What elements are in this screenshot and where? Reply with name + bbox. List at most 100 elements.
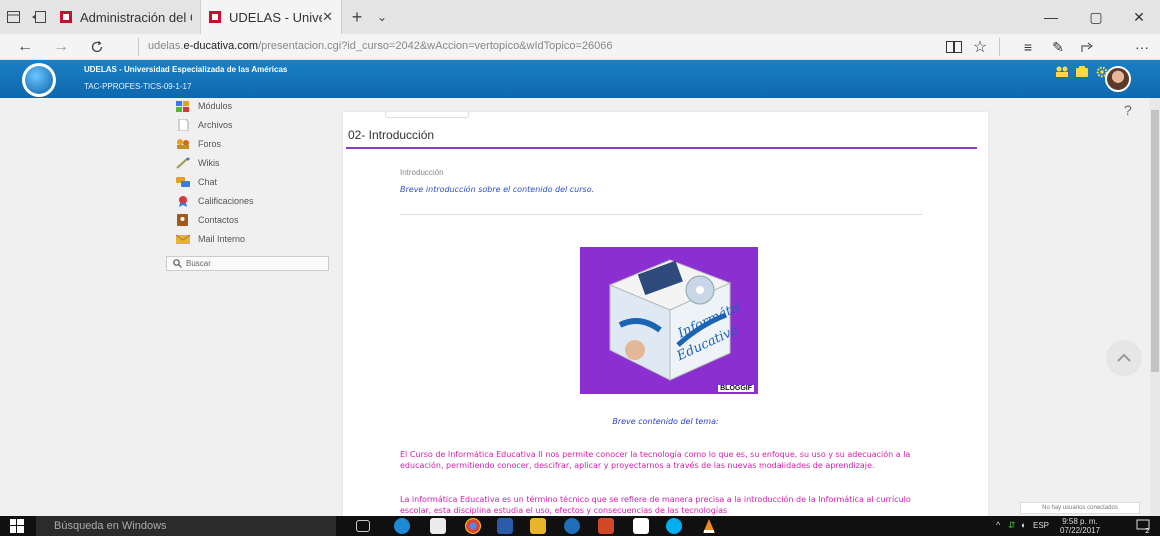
wikis-icon [176, 157, 190, 169]
app-header: UDELAS - Universidad Especializada de la… [0, 60, 1160, 98]
online-status-text: No hay usuarios conectados [1042, 505, 1118, 511]
campus-logo[interactable] [22, 63, 56, 97]
sidebar-item-label: Contactos [198, 215, 239, 225]
more-icon[interactable]: ··· [1128, 34, 1156, 60]
tab-preview-icon[interactable] [0, 0, 26, 34]
url-field[interactable]: udelas.e-ducativa.com/presentacion.cgi?i… [148, 40, 612, 52]
browser-tab-bar: Administración del Campus UDELAS - Unive… [0, 0, 1160, 34]
web-note-icon[interactable]: ✎ [1044, 34, 1072, 60]
tray-chevron-icon[interactable]: ^ [996, 520, 1000, 530]
mail-icon [176, 234, 190, 244]
favorite-star-icon[interactable]: ☆ [966, 34, 994, 60]
content-paragraph-2: La informática Educativa es un término t… [400, 495, 911, 515]
sidebar-item-label: Chat [198, 177, 218, 187]
tab-udelas[interactable]: UDELAS - Universidad E ✕ [200, 0, 342, 34]
contacts-icon [177, 214, 188, 226]
tab-close-icon[interactable]: ✕ [322, 9, 333, 25]
sidebar-item-label: Mail Interno [198, 234, 246, 244]
reading-view-icon[interactable] [940, 34, 968, 60]
content-paragraph-1: El Curso de Informática Educativa II nos… [400, 450, 911, 470]
users-icon[interactable] [1055, 66, 1069, 78]
tabs-aside-icon[interactable] [26, 0, 52, 34]
new-tab-button[interactable]: + [342, 0, 372, 34]
tab-label: UDELAS - Universidad E [229, 9, 322, 25]
url-domain: e-ducativa.com [183, 40, 259, 52]
sidebar-item-label: Foros [198, 139, 222, 149]
volume-icon[interactable]: ◖ [1020, 520, 1025, 530]
share-icon[interactable] [1074, 34, 1102, 60]
sidebar-item-mail-interno[interactable]: Mail Interno [176, 231, 245, 247]
sidebar-item-wikis[interactable]: Wikis [176, 155, 220, 171]
mail-app-icon[interactable] [633, 518, 649, 534]
clock-date: 07/22/2017 [1060, 526, 1101, 535]
sidebar-item-label: Módulos [198, 101, 233, 111]
refresh-icon[interactable] [82, 34, 112, 60]
scrollbar-thumb[interactable] [1151, 110, 1159, 372]
address-separator [138, 38, 139, 56]
cube-illustration: Informática Educativa [608, 259, 740, 381]
windows-start-icon[interactable] [10, 519, 24, 533]
topic-title: 02- Introducción [348, 128, 435, 142]
store-icon[interactable] [430, 518, 446, 534]
file-explorer-icon[interactable] [530, 518, 546, 534]
powerpoint-icon[interactable] [598, 518, 614, 534]
taskbar-search-input[interactable]: Búsqueda en Windows [36, 516, 336, 536]
maximize-button[interactable]: ▢ [1075, 0, 1117, 34]
hub-icon[interactable]: ≡ [1014, 34, 1042, 60]
modules-icon [176, 101, 189, 112]
user-avatar[interactable] [1105, 66, 1131, 92]
forward-arrow-icon[interactable]: → [46, 34, 76, 60]
search-icon [173, 259, 182, 268]
minimize-button[interactable]: — [1030, 0, 1072, 34]
url-path: /presentacion.cgi?id_curso=2042&wAccion=… [258, 40, 613, 52]
notification-count: 2 [1145, 527, 1149, 533]
files-icon [178, 119, 189, 131]
tab-administracion[interactable]: Administración del Campus [52, 0, 200, 34]
word-icon[interactable] [497, 518, 513, 534]
page-content: Módulos Archivos Foros Wikis Chat Califi… [0, 98, 1150, 516]
scroll-to-top-button[interactable] [1106, 340, 1142, 376]
chat-icon [176, 177, 190, 187]
sidebar-item-modulos[interactable]: Módulos [176, 98, 232, 114]
course-cover-image: Informática Educativa BLOGGIF [580, 247, 758, 394]
clock[interactable]: 9:58 p. m. 07/22/2017 [1060, 517, 1100, 535]
internet-explorer-icon[interactable] [564, 518, 580, 534]
topic-card: 02- Introducción Introducción Breve intr… [343, 112, 988, 516]
sidebar-item-contactos[interactable]: Contactos [176, 212, 239, 228]
chrome-icon[interactable] [465, 518, 481, 534]
online-users-status[interactable]: No hay usuarios conectados [1020, 502, 1140, 514]
vlc-icon[interactable] [701, 518, 717, 534]
network-icon[interactable]: ⇵ [1008, 520, 1016, 531]
tab-label: Administración del Campus [80, 9, 192, 25]
forums-icon [177, 139, 189, 149]
edge-icon[interactable] [394, 518, 410, 534]
help-icon[interactable]: ? [1124, 102, 1132, 118]
campus-name: UDELAS - Universidad Especializada de la… [84, 65, 288, 74]
sidebar-item-calificaciones[interactable]: Calificaciones [176, 193, 254, 209]
sidebar-item-chat[interactable]: Chat [176, 174, 217, 190]
sidebar-item-archivos[interactable]: Archivos [176, 117, 233, 133]
clock-time: 9:58 p. m. [1062, 517, 1098, 526]
site-favicon-icon [60, 11, 72, 23]
page-scrollbar[interactable] [1150, 98, 1160, 516]
windows-taskbar: Búsqueda en Windows ^ ⇵ ◖ ESP 9:58 p. m.… [0, 516, 1160, 536]
skype-icon[interactable] [666, 518, 682, 534]
site-favicon-icon [209, 11, 221, 23]
search-label: Buscar [186, 259, 211, 268]
sidebar-item-label: Wikis [198, 158, 220, 168]
sidebar-search-button[interactable]: Buscar [166, 256, 329, 271]
back-arrow-icon[interactable]: ← [10, 34, 40, 60]
image-watermark: BLOGGIF [718, 385, 754, 392]
grades-icon [179, 196, 187, 207]
title-divider [346, 147, 977, 149]
close-window-button[interactable]: ✕ [1118, 0, 1160, 34]
inbox-icon[interactable] [1075, 66, 1089, 78]
task-view-icon[interactable] [356, 520, 370, 532]
language-indicator[interactable]: ESP [1033, 521, 1049, 530]
tab-menu-chevron-icon[interactable]: ⌄ [372, 0, 392, 34]
address-separator [999, 38, 1000, 56]
sidebar-item-foros[interactable]: Foros [176, 136, 221, 152]
url-prefix: udelas. [148, 40, 184, 52]
action-center-icon[interactable]: 2 [1136, 519, 1150, 533]
intro-text: Breve introducción sobre el contenido de… [400, 185, 595, 194]
